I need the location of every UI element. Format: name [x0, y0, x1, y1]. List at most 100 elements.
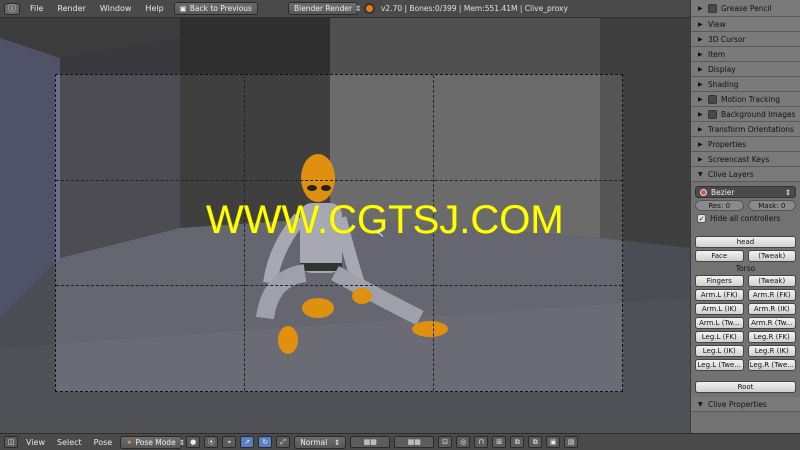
- interpolation-select[interactable]: Bezier ⇕: [695, 186, 796, 198]
- arm-r-fk-button[interactable]: Arm.R (FK): [747, 289, 796, 301]
- leg-l-ik-button[interactable]: Leg.L (IK): [695, 345, 744, 357]
- leg-l-fk-button[interactable]: Leg.L (FK): [695, 331, 744, 343]
- render-engine-select[interactable]: Blender Render ⇕: [287, 2, 362, 15]
- checkbox[interactable]: [708, 94, 717, 104]
- panel-label: Properties: [708, 139, 746, 149]
- panel-background-images[interactable]: ▶ Background Images: [691, 107, 800, 122]
- checkbox[interactable]: [708, 109, 717, 119]
- panel-transform-orientations[interactable]: ▶ Transform Orientations: [691, 122, 800, 137]
- leg-l-tweak-button[interactable]: Leg.L (Twe...: [695, 359, 744, 371]
- panel-label: 3D Cursor: [708, 34, 746, 44]
- panel-screencast-keys[interactable]: ▶ Screencast Keys: [691, 152, 800, 167]
- menu-pose[interactable]: Pose: [90, 438, 117, 447]
- mouse-cursor-icon: ↖: [376, 229, 385, 240]
- viewport-shading-icon[interactable]: ●: [186, 436, 201, 448]
- scale-manipulator-icon[interactable]: ⤢: [276, 436, 291, 448]
- checkbox-checked-icon[interactable]: ✓: [697, 214, 706, 223]
- checkbox[interactable]: [708, 3, 717, 13]
- 3d-viewport[interactable]: WWW.CGTSJ.COM ↖: [0, 18, 690, 433]
- fingers-tweak-button[interactable]: (Tweak): [747, 275, 796, 287]
- back-to-previous-button[interactable]: ▣ Back to Previous: [173, 2, 258, 15]
- expand-arrow-icon: ▶: [698, 65, 703, 73]
- thirds-guide-h1: [56, 180, 622, 181]
- face-button[interactable]: Face: [695, 250, 744, 262]
- panel-grease-pencil[interactable]: ▶ Grease Pencil: [691, 0, 800, 17]
- panel-shading[interactable]: ▶ Shading: [691, 77, 800, 92]
- expand-arrow-icon: ▶: [698, 4, 703, 12]
- layers-grid-icon-2[interactable]: ▦▦: [394, 436, 435, 448]
- hide-controllers-toggle[interactable]: ✓ Hide all controllers: [697, 214, 794, 223]
- editor-type-icon[interactable]: ◫: [4, 436, 18, 448]
- root-button[interactable]: Root: [695, 381, 796, 393]
- panel-label: Item: [708, 49, 726, 59]
- render-preview-icon[interactable]: ▣: [546, 436, 561, 448]
- menu-select[interactable]: Select: [53, 438, 86, 447]
- pivot-point-icon[interactable]: ⦿: [204, 436, 219, 448]
- leg-r-fk-button[interactable]: Leg.R (FK): [747, 331, 796, 343]
- rotate-manipulator-icon[interactable]: ↻: [258, 436, 273, 448]
- leg-r-ik-button[interactable]: Leg.R (IK): [747, 345, 796, 357]
- panel-label: Clive Layers: [708, 169, 754, 179]
- layers-grid-icon[interactable]: ▦▦: [350, 436, 391, 448]
- panel-label: Motion Tracking: [721, 94, 781, 104]
- render-animation-icon[interactable]: ▤: [564, 436, 579, 448]
- face-tweak-button[interactable]: (Tweak): [747, 250, 796, 262]
- arm-l-ik-button[interactable]: Arm.L (IK): [695, 303, 744, 315]
- chevron-updown-icon: ⇕: [333, 437, 341, 447]
- mode-select[interactable]: ✦ Pose Mode ⇕: [120, 435, 185, 449]
- panel-label: Shading: [708, 79, 739, 89]
- menu-file[interactable]: File: [26, 4, 47, 13]
- panel-motion-tracking[interactable]: ▶ Motion Tracking: [691, 92, 800, 107]
- menu-help[interactable]: Help: [141, 4, 167, 13]
- transform-orientation-select[interactable]: Normal ⇕: [294, 435, 347, 449]
- arm-r-tweak-button[interactable]: Arm.R (Tw...: [747, 317, 796, 329]
- pose-mode-icon: ✦: [126, 437, 133, 447]
- back-to-previous-label: Back to Previous: [189, 4, 252, 13]
- editor-type-icon[interactable]: ⓘ: [4, 2, 20, 15]
- head-button[interactable]: head: [695, 236, 796, 248]
- copy-pose-icon[interactable]: ⧉: [510, 436, 525, 448]
- panel-display[interactable]: ▶ Display: [691, 62, 800, 77]
- fingers-button[interactable]: Fingers: [695, 275, 744, 287]
- lock-icon[interactable]: ⊡: [438, 436, 453, 448]
- snap-element-icon[interactable]: ⊞: [492, 436, 507, 448]
- panel-label: Grease Pencil: [721, 3, 772, 13]
- mask-value: 0: [780, 201, 786, 210]
- menu-window[interactable]: Window: [96, 4, 136, 13]
- arm-r-ik-button[interactable]: Arm.R (IK): [747, 303, 796, 315]
- res-field[interactable]: Res: 0: [695, 200, 744, 211]
- info-header: ⓘ File Render Window Help ▣ Back to Prev…: [0, 0, 800, 18]
- torso-label: Torso: [735, 264, 756, 273]
- panel-clive-properties[interactable]: ▼ Clive Properties: [691, 397, 800, 412]
- panel-clive-layers[interactable]: ▼ Clive Layers: [691, 167, 800, 182]
- arm-l-tweak-button[interactable]: Arm.L (Tw...: [695, 317, 744, 329]
- panel-item[interactable]: ▶ Item: [691, 47, 800, 62]
- panel-label: Transform Orientations: [708, 124, 794, 134]
- panel-3d-cursor[interactable]: ▶ 3D Cursor: [691, 32, 800, 47]
- manipulator-toggle-icon[interactable]: ⌖: [222, 436, 237, 448]
- expand-arrow-icon: ▶: [698, 125, 703, 133]
- hide-controllers-label: Hide all controllers: [710, 214, 781, 223]
- properties-panel: ▶ Grease Pencil ▶ View ▶ 3D Cursor ▶ Item ▶…: [690, 0, 800, 433]
- panel-properties[interactable]: ▶ Properties: [691, 137, 800, 152]
- translate-manipulator-icon[interactable]: ↗: [240, 436, 255, 448]
- panel-view[interactable]: ▶ View: [691, 17, 800, 32]
- mode-label: Pose Mode: [135, 437, 176, 447]
- collapse-arrow-icon: ▼: [698, 400, 703, 408]
- mask-field[interactable]: Mask: 0: [747, 200, 796, 211]
- menu-render[interactable]: Render: [53, 4, 89, 13]
- proportional-edit-icon[interactable]: ◎: [456, 436, 471, 448]
- paste-pose-icon[interactable]: ⧉: [528, 436, 543, 448]
- orientation-label: Normal: [300, 437, 328, 447]
- leg-r-tweak-button[interactable]: Leg.R (Twe...: [747, 359, 796, 371]
- chevron-updown-icon: ⇕: [355, 4, 362, 13]
- screen-icon: ▣: [179, 4, 187, 13]
- expand-arrow-icon: ▶: [698, 35, 703, 43]
- menu-view[interactable]: View: [22, 438, 49, 447]
- panel-label: Screencast Keys: [708, 154, 770, 164]
- expand-arrow-icon: ▶: [698, 140, 703, 148]
- snap-icon[interactable]: ⊓: [474, 436, 489, 448]
- scene-info: v2.70 | Bones:0/399 | Mem:551.41M | Cliv…: [380, 4, 568, 13]
- arm-l-fk-button[interactable]: Arm.L (FK): [695, 289, 744, 301]
